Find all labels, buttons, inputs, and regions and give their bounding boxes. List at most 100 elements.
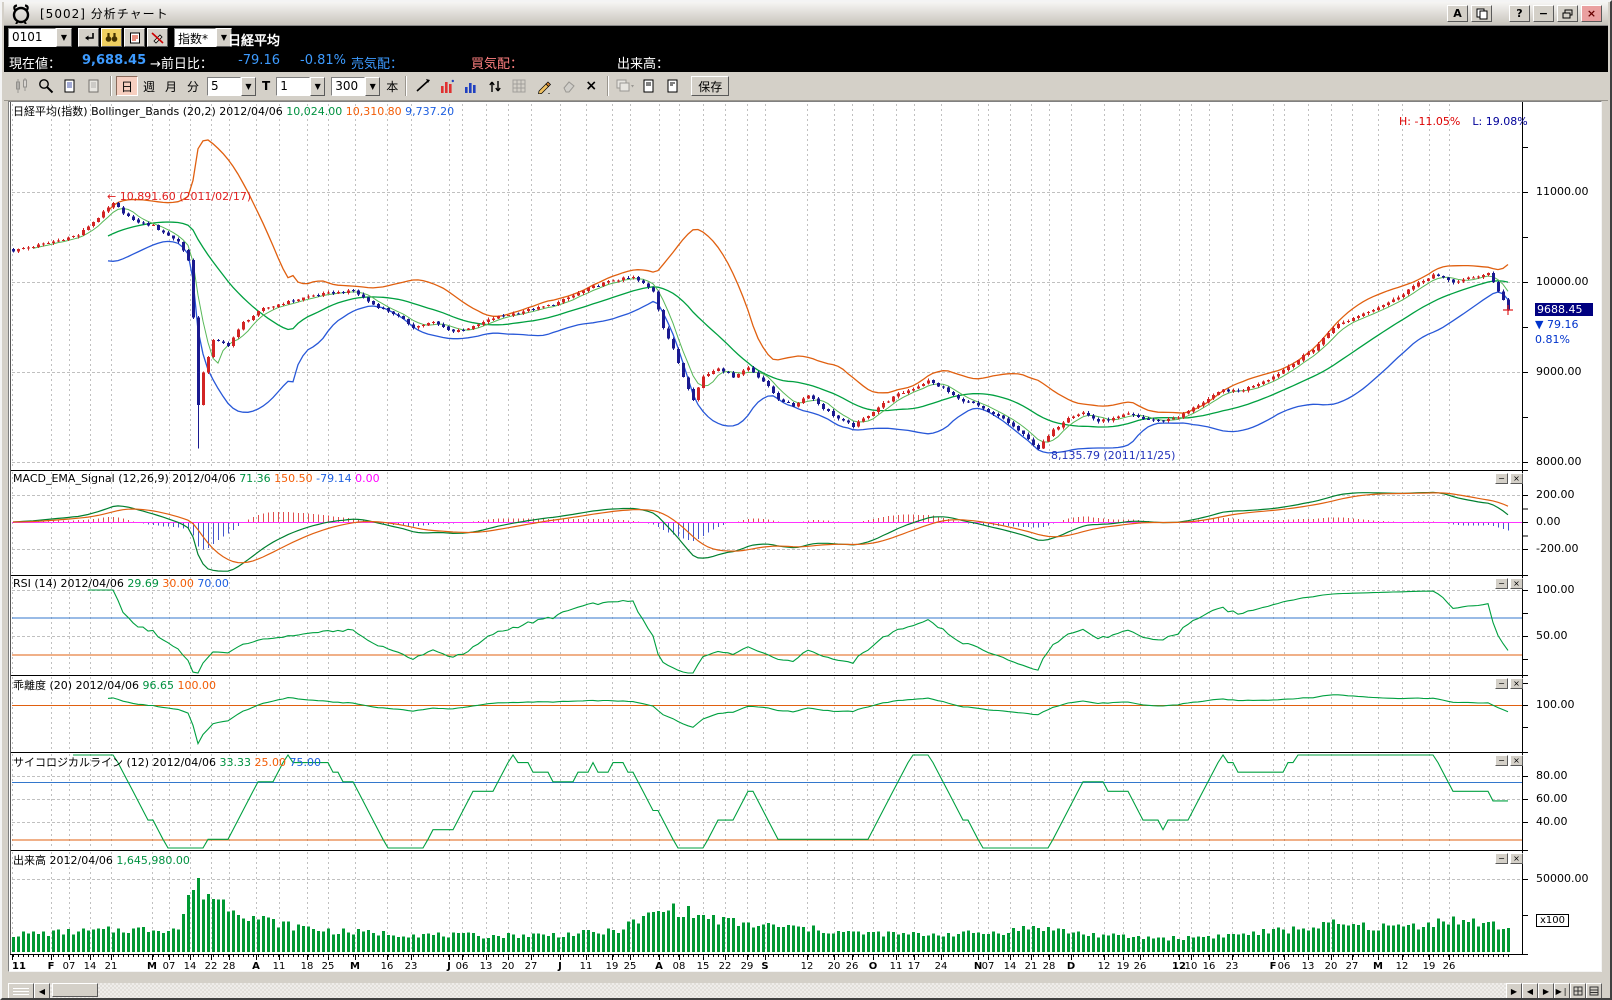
candle-chart-button[interactable] (10, 75, 34, 97)
svg-text:10: 10 (1185, 961, 1198, 972)
zoom-button[interactable] (34, 75, 58, 97)
volume-label: 出来高： (617, 57, 670, 72)
bars-select[interactable]: 5 ▼ (207, 76, 256, 96)
current-price-value: 9,688.45 (82, 53, 147, 68)
indicator-blue-button[interactable] (459, 75, 483, 97)
symbol-code-dropdown-icon[interactable]: ▼ (56, 28, 72, 47)
page-prev-button[interactable] (58, 75, 82, 97)
restore-icon (1562, 9, 1573, 18)
pane-close-button[interactable]: × (1510, 578, 1523, 589)
svg-text:14: 14 (184, 961, 197, 972)
pane-minimize-button[interactable]: − (1495, 755, 1508, 766)
search-button[interactable] (101, 28, 122, 47)
count-select-dropdown-icon[interactable]: ▼ (365, 76, 381, 96)
period-week-toggle[interactable]: 週 (138, 76, 160, 96)
current-price-change: ▼ 79.16 (1535, 318, 1579, 331)
splitter-grip[interactable] (8, 983, 34, 998)
pane-header-vol: 出来高 2012/04/06 1,645,980.00 (13, 852, 190, 868)
header-text-segment: 33.33 (219, 756, 251, 769)
svg-text:26: 26 (1134, 961, 1147, 972)
svg-text:16: 16 (381, 961, 394, 972)
copy-chart-button[interactable] (613, 75, 637, 97)
bars-select-value[interactable]: 5 (207, 76, 241, 96)
pane-close-button[interactable]: × (1510, 473, 1523, 484)
quote-values-row: 現在値： 9,688.45 →前日比： -79.16 -0.81% 売気配： 買… (4, 50, 1608, 72)
y-axis-label: 100.00 (1536, 698, 1575, 711)
kairi-layer (12, 694, 1522, 746)
layout-load-button[interactable] (661, 75, 685, 97)
pane-close-button[interactable]: × (1510, 853, 1523, 864)
copy-window-button[interactable] (1471, 5, 1492, 22)
interval-select-value[interactable]: 1 (276, 76, 311, 96)
page-icon (64, 79, 75, 92)
category-value[interactable]: 指数* (174, 28, 216, 47)
enter-button[interactable] (78, 28, 99, 47)
indicator-red-button[interactable] (435, 75, 459, 97)
count-select-value[interactable]: 300 (331, 76, 366, 96)
scroll-left-button[interactable]: ◀ (34, 983, 50, 998)
layout-grid-button[interactable] (1570, 983, 1586, 998)
scrollbar-track[interactable] (50, 983, 1506, 998)
pane-minimize-button[interactable]: − (1495, 473, 1508, 484)
jump-end-button[interactable]: ▶❘ (1554, 983, 1570, 998)
trendline-button[interactable] (411, 75, 435, 97)
h-pct-label: H: -11.05% (1399, 115, 1461, 128)
svg-text:13: 13 (480, 961, 493, 972)
memo-button[interactable] (124, 28, 145, 47)
period-month-toggle[interactable]: 月 (160, 76, 182, 96)
help-button[interactable]: ? (1509, 5, 1530, 22)
titlebar: [5002] 分析チャート A ? − × (4, 2, 1608, 26)
period-day-toggle[interactable]: 日 (116, 76, 138, 96)
chart-toolbar: 日 週 月 分 5 ▼ T 1 ▼ 300 ▼ 本 × 保存 (4, 72, 1608, 101)
header-text-segment: 71.36 (239, 472, 271, 485)
minimize-button[interactable]: − (1533, 5, 1554, 22)
red-histogram-icon (441, 79, 455, 93)
font-button[interactable]: A (1447, 5, 1468, 22)
draw-pencil-button[interactable] (531, 75, 555, 97)
save-button[interactable]: 保存 (691, 76, 730, 96)
layout-table-button[interactable] (1586, 983, 1602, 998)
interval-select[interactable]: 1 ▼ (276, 76, 326, 96)
sort-axis-button[interactable] (483, 75, 507, 97)
layout-save-button[interactable] (637, 75, 661, 97)
interval-select-dropdown-icon[interactable]: ▼ (310, 76, 326, 96)
close-button[interactable]: × (1581, 5, 1602, 22)
pane-minimize-button[interactable]: − (1495, 853, 1508, 864)
pane-minimize-button[interactable]: − (1495, 578, 1508, 589)
svg-text:17: 17 (908, 961, 921, 972)
current-price-tag: 9688.45 (1535, 303, 1593, 316)
header-text-segment: 出来高 2012/04/06 (13, 854, 117, 867)
delete-drawing-button[interactable]: × (579, 75, 603, 97)
low-annotation: 8,135.79 (2011/11/25) (1051, 449, 1176, 462)
svg-text:13: 13 (1302, 961, 1315, 972)
grid-button[interactable] (507, 75, 531, 97)
scroll-right-button[interactable]: ▶ (1506, 983, 1522, 998)
category-select[interactable]: 指数* ▼ (174, 28, 232, 47)
svg-text:A: A (655, 961, 663, 972)
header-text-segment: 乖離度 (20) 2012/04/06 (13, 679, 143, 692)
header-text-segment: サイコロジカルライン (12) 2012/04/06 (13, 756, 220, 769)
pane-close-button[interactable]: × (1510, 678, 1523, 689)
step-back-button[interactable]: ◀ (1522, 983, 1538, 998)
symbol-code-value[interactable]: 0101 (8, 28, 56, 47)
symbol-code-combo[interactable]: 0101 ▼ (8, 28, 72, 47)
chart-canvas[interactable]: 11 F 07 14 21 M 07 14 22 28 A 11 18 25 M 16 23 J 06 13 20 27 J… (10, 102, 1530, 972)
svg-text:22: 22 (205, 961, 218, 972)
count-select[interactable]: 300 ▼ (331, 76, 381, 96)
svg-text:06: 06 (1278, 961, 1291, 972)
eraser-button[interactable] (555, 75, 579, 97)
scrollbar-thumb[interactable] (52, 983, 98, 997)
svg-text:26: 26 (1443, 961, 1456, 972)
pane-close-button[interactable]: × (1510, 755, 1523, 766)
svg-text:19: 19 (1423, 961, 1436, 972)
step-forward-button[interactable]: ▶ (1538, 983, 1554, 998)
up-down-arrows-icon (489, 80, 501, 92)
pane-minimize-button[interactable]: − (1495, 678, 1508, 689)
svg-text:20: 20 (828, 961, 841, 972)
restore-button[interactable] (1557, 5, 1578, 22)
period-minute-toggle[interactable]: 分 (182, 76, 204, 96)
no-draw-button[interactable] (147, 28, 168, 47)
page-next-button[interactable] (82, 75, 106, 97)
magnifier-icon (39, 79, 54, 94)
bars-select-dropdown-icon[interactable]: ▼ (241, 76, 256, 96)
